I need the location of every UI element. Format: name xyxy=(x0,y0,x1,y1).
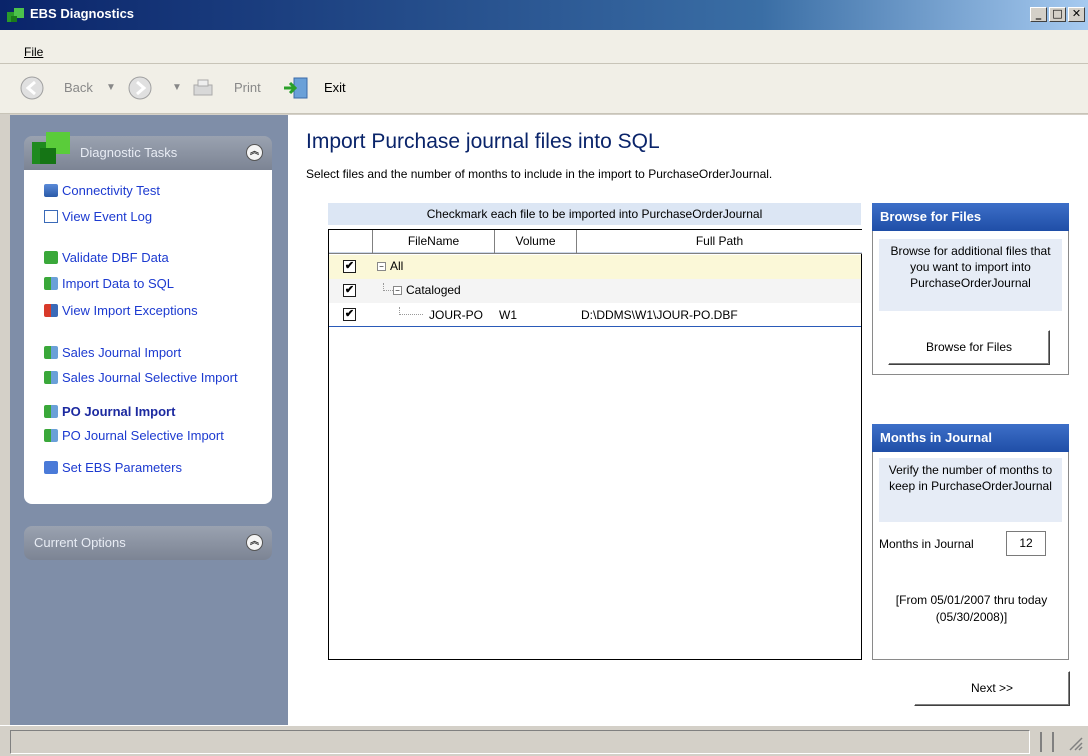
sidebar-item-label: View Import Exceptions xyxy=(62,303,198,318)
printer-icon[interactable] xyxy=(192,77,214,99)
sidebar-item-label: Import Data to SQL xyxy=(62,276,174,291)
page-title: Import Purchase journal files into SQL xyxy=(306,130,660,153)
print-button[interactable]: Print xyxy=(234,80,261,95)
months-input[interactable]: 12 xyxy=(1006,531,1046,556)
import-icon xyxy=(44,346,58,359)
sidebar-item-import-data-to-sql[interactable]: Import Data to SQL xyxy=(44,276,174,291)
toolbar: Back ▼ ▼ Print Exit xyxy=(0,64,1088,114)
months-panel-header: Months in Journal xyxy=(872,424,1069,452)
sidebar-item-connectivity-test[interactable]: Connectivity Test xyxy=(44,183,160,198)
file-path: D:\DDMS\W1\JOUR-PO.DBF xyxy=(581,308,738,322)
row-checkbox[interactable]: ✔ xyxy=(343,260,356,273)
exceptions-icon xyxy=(44,304,58,317)
exit-icon[interactable] xyxy=(282,76,310,100)
file-name: Cataloged xyxy=(406,283,461,297)
sidebar-item-set-ebs-parameters[interactable]: Set EBS Parameters xyxy=(44,460,182,475)
window-title: EBS Diagnostics xyxy=(30,6,135,21)
menu-bar: File xyxy=(0,30,1088,64)
status-bar xyxy=(0,725,1088,756)
resize-grip-icon[interactable] xyxy=(1068,734,1084,752)
sidebar-item-po-journal-selective-import[interactable]: PO Journal Selective Import xyxy=(44,428,224,443)
forward-dropdown-icon[interactable]: ▼ xyxy=(172,82,182,93)
table-row[interactable]: ✔ − Cataloged xyxy=(329,279,861,303)
import-icon xyxy=(44,429,58,442)
diagnostic-tasks-header[interactable]: Diagnostic Tasks ︽ xyxy=(24,132,272,170)
tree-line xyxy=(399,307,423,315)
sidebar-item-label: Sales Journal Selective Import xyxy=(62,370,238,385)
maximize-button[interactable]: □ xyxy=(1049,7,1066,22)
row-checkbox[interactable]: ✔ xyxy=(343,308,356,321)
import-icon xyxy=(44,277,58,290)
sidebar-item-label: Set EBS Parameters xyxy=(62,460,182,475)
sidebar-item-label: View Event Log xyxy=(62,209,153,224)
back-arrow-icon[interactable] xyxy=(20,76,44,100)
exit-button[interactable]: Exit xyxy=(324,80,346,95)
row-checkbox[interactable]: ✔ xyxy=(343,284,356,297)
file-name: JOUR-PO xyxy=(429,308,483,322)
validate-icon xyxy=(44,251,58,264)
parameters-icon xyxy=(44,461,58,474)
diagnostic-tasks-title: Diagnostic Tasks xyxy=(80,145,178,160)
tree-collapse-icon[interactable]: − xyxy=(377,262,386,272)
column-header-select[interactable] xyxy=(329,230,373,254)
import-icon xyxy=(44,405,58,418)
grid-caption: Checkmark each file to be imported into … xyxy=(328,203,861,225)
sidebar-item-label: Connectivity Test xyxy=(62,183,161,198)
months-label: Months in Journal xyxy=(879,537,974,551)
file-grid: FileName Volume Full Path ✔ − All ✔ − Cata… xyxy=(328,229,862,660)
status-separator xyxy=(1040,732,1054,752)
browse-panel-header: Browse for Files xyxy=(872,203,1069,231)
column-header-filename[interactable]: FileName xyxy=(373,230,495,254)
page-subtitle: Select files and the number of months to… xyxy=(306,167,773,181)
network-icon xyxy=(44,184,58,197)
sidebar-item-validate-dbf-data[interactable]: Validate DBF Data xyxy=(44,250,169,265)
current-options-title: Current Options xyxy=(34,535,126,550)
menu-file[interactable]: File xyxy=(24,45,43,59)
diagnostic-tasks-icon xyxy=(32,132,70,164)
months-note: Verify the number of months to keep in P… xyxy=(879,458,1062,522)
sidebar-item-view-event-log[interactable]: View Event Log xyxy=(44,209,152,224)
current-options-header[interactable]: Current Options ︽ xyxy=(24,526,272,560)
browse-panel: Browse for additional files that you wan… xyxy=(872,231,1069,375)
sidebar-item-po-journal-import[interactable]: PO Journal Import xyxy=(44,404,175,419)
status-panel xyxy=(10,730,1030,754)
forward-arrow-icon[interactable] xyxy=(128,76,152,100)
browse-note: Browse for additional files that you wan… xyxy=(879,239,1062,311)
minimize-button[interactable]: _ xyxy=(1030,7,1047,22)
months-panel: Verify the number of months to keep in P… xyxy=(872,452,1069,660)
collapse-chevron-icon[interactable]: ︽ xyxy=(246,144,263,161)
tree-collapse-icon[interactable]: − xyxy=(393,286,402,296)
tree-line xyxy=(383,283,393,291)
log-icon xyxy=(44,210,58,223)
sidebar-item-label: Sales Journal Import xyxy=(62,345,182,360)
next-button[interactable]: Next >> xyxy=(914,671,1070,706)
collapse-chevron-icon[interactable]: ︽ xyxy=(246,534,263,551)
diagnostic-tasks-list: Connectivity Test View Event Log Validat… xyxy=(24,170,272,504)
column-header-volume[interactable]: Volume xyxy=(495,230,577,254)
back-dropdown-icon[interactable]: ▼ xyxy=(106,82,116,93)
sidebar-item-label: PO Journal Import xyxy=(62,404,176,419)
browse-for-files-button[interactable]: Browse for Files xyxy=(888,330,1050,365)
import-icon xyxy=(44,371,58,384)
app-icon xyxy=(7,8,24,22)
table-row[interactable]: ✔ JOUR-PO W1 D:\DDMS\W1\JOUR-PO.DBF xyxy=(329,303,861,327)
sidebar-item-sales-journal-import[interactable]: Sales Journal Import xyxy=(44,345,181,360)
sidebar-item-label: Validate DBF Data xyxy=(62,250,169,265)
close-button[interactable]: ✕ xyxy=(1068,7,1085,22)
table-row[interactable]: ✔ − All xyxy=(329,255,861,279)
sidebar-item-sales-journal-selective-import[interactable]: Sales Journal Selective Import xyxy=(44,370,238,385)
sidebar-item-view-import-exceptions[interactable]: View Import Exceptions xyxy=(44,303,198,318)
back-button[interactable]: Back xyxy=(64,80,93,95)
sidebar-item-label: PO Journal Selective Import xyxy=(62,428,224,443)
months-date-range: [From 05/01/2007 thru today (05/30/2008)… xyxy=(895,593,1048,624)
title-bar: EBS Diagnostics _ □ ✕ xyxy=(0,0,1088,30)
file-volume: W1 xyxy=(499,308,517,322)
file-name: All xyxy=(390,259,404,273)
column-header-full-path[interactable]: Full Path xyxy=(577,230,862,254)
